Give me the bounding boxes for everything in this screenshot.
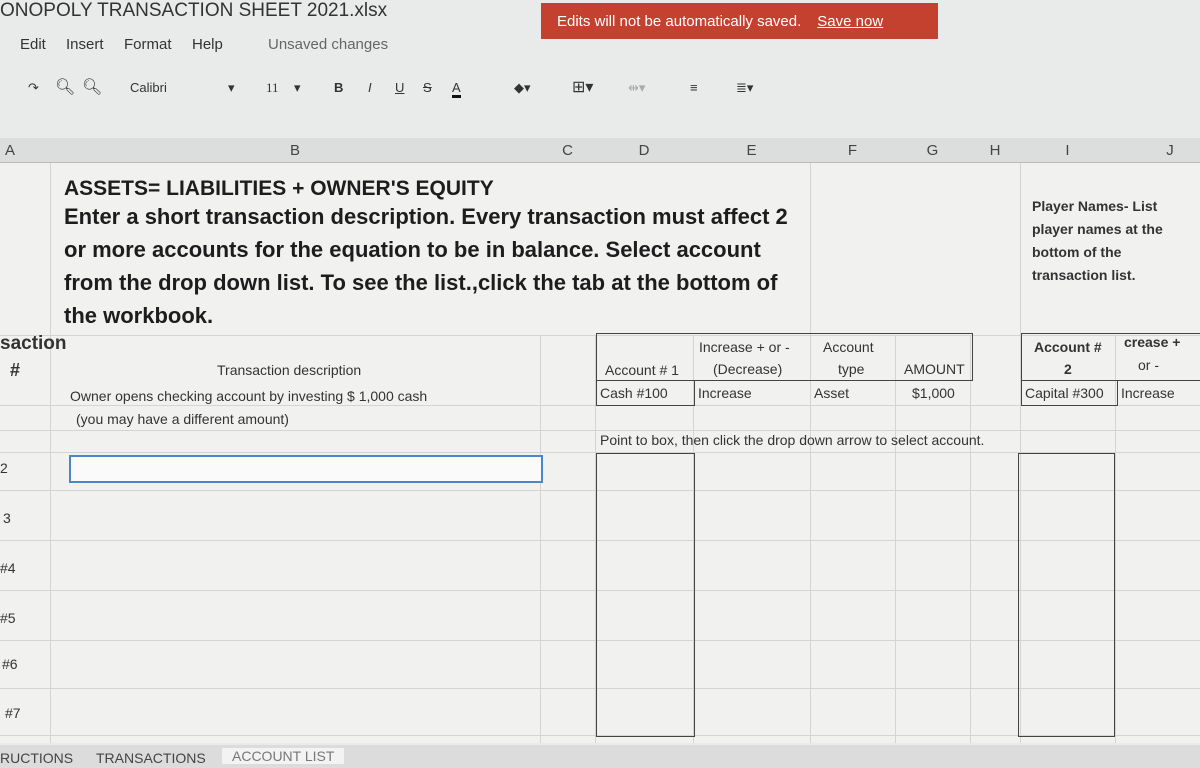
menu-edit[interactable]: Edit	[20, 36, 46, 53]
bold-button[interactable]: B	[334, 80, 343, 95]
col-j[interactable]: J	[1115, 142, 1200, 159]
col-g[interactable]: G	[895, 142, 970, 159]
menu-insert[interactable]: Insert	[66, 36, 104, 53]
header-type2: type	[838, 361, 865, 377]
tab-transactions[interactable]: TRANSACTIONS	[96, 750, 206, 766]
row1-description[interactable]: Owner opens checking account by investin…	[70, 388, 427, 404]
strikethrough-button[interactable]: S	[423, 80, 432, 95]
instructions-text: Enter a short transaction description. E…	[64, 204, 788, 328]
gridline	[540, 335, 541, 743]
align-icon[interactable]: ≣▾	[736, 80, 753, 96]
redo-icon[interactable]: ↷	[28, 80, 39, 96]
account1-column-box[interactable]	[596, 453, 695, 737]
file-title: ONOPOLY TRANSACTION SHEET 2021.xlsx	[0, 0, 388, 21]
sheet-tabs: RUCTIONS TRANSACTIONS ACCOUNT LIST	[0, 745, 1200, 768]
row1-inc2[interactable]: Increase	[1121, 385, 1175, 401]
player-names-note: Player Names- List player names at the b…	[1032, 198, 1163, 283]
row1-account1[interactable]: Cash #100	[600, 385, 668, 401]
col-f[interactable]: F	[810, 142, 895, 159]
col-c[interactable]: C	[540, 142, 595, 159]
save-status: Unsaved changes	[268, 36, 389, 53]
font-size-select[interactable]: 11	[266, 80, 279, 96]
wrap-icon[interactable]: ≡	[690, 80, 698, 95]
font-dropdown-icon[interactable]: ▾	[228, 80, 235, 96]
text-color-button[interactable]: A	[452, 80, 461, 98]
col-e[interactable]: E	[693, 142, 810, 159]
row-label-transaction: saction	[0, 333, 67, 354]
underline-button[interactable]: U	[395, 80, 404, 95]
row-number-3: 3	[3, 510, 11, 526]
col-d[interactable]: D	[595, 142, 693, 159]
italic-button[interactable]: I	[368, 80, 372, 95]
col-h[interactable]: H	[970, 142, 1020, 159]
tab-account-list[interactable]: ACCOUNT LIST	[222, 748, 345, 764]
zoom-out-icon[interactable]: 🔍︎	[82, 77, 102, 97]
menu-help[interactable]: Help	[192, 36, 223, 53]
row-number-7: #7	[5, 705, 21, 721]
selected-cell[interactable]	[69, 455, 543, 483]
save-now-link[interactable]: Save now	[817, 13, 883, 30]
merge-icon[interactable]: ⇹▾	[628, 80, 645, 96]
gridline	[0, 430, 1200, 431]
header-amount: AMOUNT	[904, 361, 965, 377]
gridline	[970, 335, 971, 743]
banner-message: Edits will not be automatically saved.	[557, 12, 802, 30]
header-account2: Account #	[1034, 339, 1102, 355]
header-type: Account	[823, 339, 874, 355]
row-label-hash: #	[10, 360, 21, 380]
row1-account2[interactable]: Capital #300	[1025, 385, 1115, 401]
row-number-6: #6	[2, 656, 18, 672]
col-i[interactable]: I	[1020, 142, 1115, 159]
header-inc2b: or -	[1138, 357, 1159, 373]
row1-description-note[interactable]: (you may have a different amount)	[76, 411, 289, 427]
gridline	[810, 163, 811, 743]
header-incdec: Increase + or -	[699, 339, 790, 355]
borders-icon[interactable]: ⊞▾	[572, 77, 593, 97]
row-number-2: 2	[0, 460, 8, 476]
fill-color-icon[interactable]: ◆▾	[514, 80, 531, 96]
row1-amount[interactable]: $1,000	[912, 385, 955, 401]
header-inc2: crease +	[1124, 334, 1181, 350]
gridline	[895, 335, 896, 743]
row-number-5: #5	[0, 610, 16, 626]
col-b[interactable]: B	[50, 142, 540, 159]
save-banner: Edits will not be automatically saved. S…	[541, 3, 938, 39]
account2-column-box[interactable]	[1018, 453, 1115, 737]
dropdown-hint: Point to box, then click the drop down a…	[600, 432, 985, 448]
tab-instructions[interactable]: RUCTIONS	[0, 750, 73, 766]
row1-type[interactable]: Asset	[814, 385, 849, 401]
font-select[interactable]: Calibri	[130, 80, 167, 95]
header-description: Transaction description	[217, 362, 362, 378]
header-account2b: 2	[1064, 361, 1072, 377]
row-number-4: #4	[0, 560, 16, 576]
gridline	[50, 163, 51, 743]
zoom-in-icon[interactable]: 🔍︎	[55, 77, 75, 97]
header-incdec2: (Decrease)	[713, 361, 783, 377]
col-a[interactable]: A	[0, 142, 20, 159]
size-dropdown-icon[interactable]: ▾	[294, 80, 301, 96]
menu-format[interactable]: Format	[124, 36, 172, 53]
row1-incdec[interactable]: Increase	[698, 385, 752, 401]
header-account1: Account # 1	[605, 362, 679, 378]
